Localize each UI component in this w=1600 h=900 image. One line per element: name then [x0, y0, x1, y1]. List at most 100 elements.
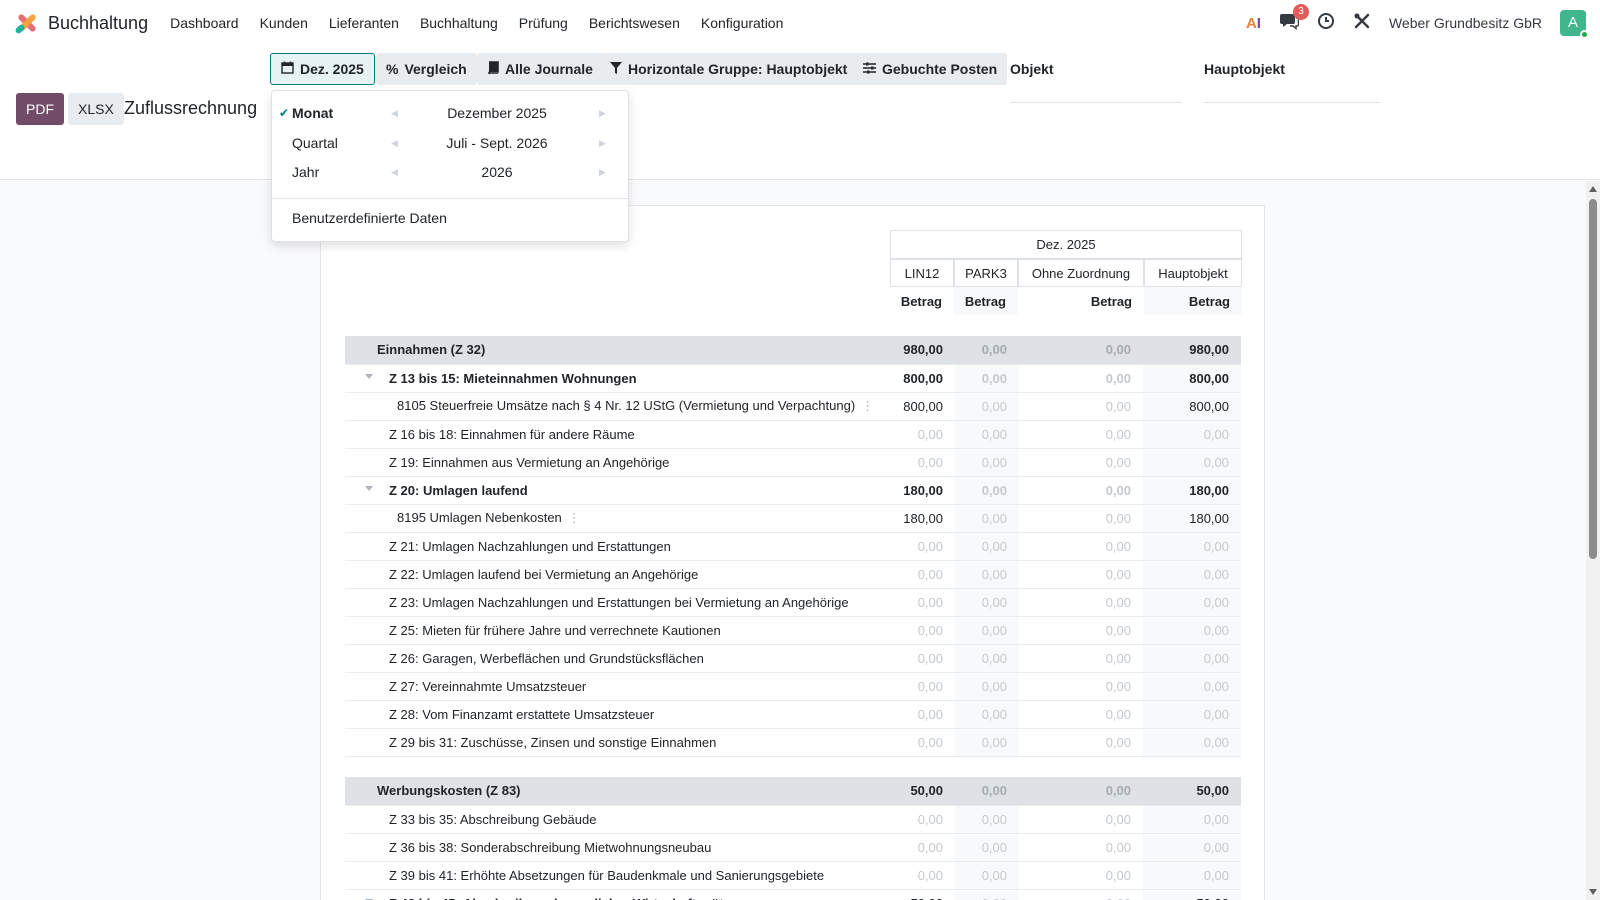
amount-cell[interactable]: 0,00	[1143, 728, 1241, 757]
row-label[interactable]: Z 33 bis 35: Abschreibung Gebäude	[345, 805, 891, 834]
amount-cell[interactable]: 0,00	[1019, 616, 1143, 645]
table-row[interactable]: Z 29 bis 31: Zuschüsse, Zinsen und sonst…	[345, 728, 1241, 757]
amount-cell[interactable]: 180,00	[1143, 504, 1241, 533]
section-row[interactable]: Einnahmen (Z 32) 980,00 0,00 0,00 980,00	[345, 336, 1241, 365]
amount-cell[interactable]: 0,00	[955, 392, 1019, 421]
account-row[interactable]: 8195 Umlagen Nebenkosten ⋮ 180,00 0,00 0,00 1…	[345, 504, 1241, 533]
row-label[interactable]: Z 20: Umlagen laufend	[345, 476, 891, 505]
amount-cell[interactable]: 980,00	[891, 336, 955, 365]
menu-lieferanten[interactable]: Lieferanten	[329, 15, 399, 31]
amount-cell[interactable]: 800,00	[1143, 364, 1241, 393]
dd-label-quarter[interactable]: Quartal	[292, 135, 338, 151]
amount-cell[interactable]: 0,00	[891, 420, 955, 449]
amount-cell[interactable]: 0,00	[891, 833, 955, 862]
amount-cell[interactable]: 0,00	[1019, 833, 1143, 862]
table-row[interactable]: Z 23: Umlagen Nachzahlungen und Erstattu…	[345, 588, 1241, 617]
object-field-input[interactable]	[1010, 102, 1182, 103]
amount-cell[interactable]: 0,00	[1143, 560, 1241, 589]
dd-row-month[interactable]: ✔ Monat ◀ Dezember 2025 ▶	[272, 99, 630, 127]
amount-cell[interactable]: 0,00	[891, 588, 955, 617]
table-row[interactable]: Z 26: Garagen, Werbeflächen und Grundstü…	[345, 644, 1241, 673]
table-row[interactable]: Z 13 bis 15: Mieteinnahmen Wohnungen 800,…	[345, 364, 1241, 393]
menu-buchhaltung[interactable]: Buchhaltung	[420, 15, 498, 31]
dd-row-year[interactable]: Jahr ◀ 2026 ▶	[272, 158, 630, 186]
amount-cell[interactable]: 0,00	[1019, 560, 1143, 589]
amount-cell[interactable]: 0,00	[1019, 805, 1143, 834]
amount-cell[interactable]: 0,00	[955, 833, 1019, 862]
table-row[interactable]: Z 27: Vereinnahmte Umsatzsteuer 0,00 0,00 0…	[345, 672, 1241, 701]
xlsx-button[interactable]: XLSX	[68, 93, 124, 125]
table-row[interactable]: Z 19: Einnahmen aus Vermietung an Angehö…	[345, 448, 1241, 477]
messages-icon[interactable]: 3	[1279, 3, 1309, 35]
account-row[interactable]: 8105 Steuerfreie Umsätze nach § 4 Nr. 12…	[345, 392, 1241, 421]
table-row[interactable]: Z 22: Umlagen laufend bei Vermietung an …	[345, 560, 1241, 589]
activity-clock-icon[interactable]	[1317, 12, 1335, 35]
amount-cell[interactable]: 0,00	[1143, 616, 1241, 645]
menu-kunden[interactable]: Kunden	[260, 15, 308, 31]
caret-down-icon[interactable]	[365, 485, 373, 491]
column-header-ohne-zuordnung[interactable]: Ohne Zuordnung	[1018, 259, 1144, 287]
amount-cell[interactable]: 800,00	[891, 392, 955, 421]
journals-button[interactable]: Alle Journale	[477, 53, 603, 85]
amount-cell[interactable]: 0,00	[955, 861, 1019, 890]
amount-cell[interactable]: 0,00	[955, 777, 1019, 806]
next-arrow-icon[interactable]: ▶	[599, 108, 606, 119]
amount-cell[interactable]: 0,00	[1019, 336, 1143, 365]
amount-cell[interactable]: 0,00	[891, 861, 955, 890]
menu-berichtswesen[interactable]: Berichtswesen	[589, 15, 680, 31]
dd-row-quarter[interactable]: Quartal ◀ Juli - Sept. 2026 ▶	[272, 129, 630, 157]
app-logo-icon[interactable]	[14, 11, 38, 35]
row-label[interactable]: 8105 Steuerfreie Umsätze nach § 4 Nr. 12…	[345, 392, 891, 421]
row-label[interactable]: Z 28: Vom Finanzamt erstattete Umsatzste…	[345, 700, 891, 729]
amount-cell[interactable]: 180,00	[1143, 476, 1241, 505]
amount-cell[interactable]: 0,00	[955, 476, 1019, 505]
amount-cell[interactable]: 0,00	[955, 504, 1019, 533]
amount-cell[interactable]: 0,00	[955, 889, 1019, 900]
scroll-up-arrow-icon[interactable]	[1589, 186, 1597, 192]
amount-cell[interactable]: 0,00	[1143, 833, 1241, 862]
column-header-hauptobjekt[interactable]: Hauptobjekt	[1144, 259, 1242, 287]
row-options-icon[interactable]: ⋮	[568, 510, 581, 525]
amount-cell[interactable]: 0,00	[955, 616, 1019, 645]
amount-cell[interactable]: 0,00	[1019, 777, 1143, 806]
table-row[interactable]: Z 20: Umlagen laufend 180,00 0,00 0,00 180,0…	[345, 476, 1241, 505]
amount-cell[interactable]: 50,00	[891, 889, 955, 900]
amount-cell[interactable]: 0,00	[891, 448, 955, 477]
main-object-field-input[interactable]	[1204, 102, 1380, 103]
column-header-lin12[interactable]: LIN12	[890, 259, 954, 287]
row-label[interactable]: Z 27: Vereinnahmte Umsatzsteuer	[345, 672, 891, 701]
table-row[interactable]: Z 28: Vom Finanzamt erstattete Umsatzste…	[345, 700, 1241, 729]
amount-cell[interactable]: 50,00	[1143, 777, 1241, 806]
row-label[interactable]: Z 36 bis 38: Sonderabschreibung Mietwohn…	[345, 833, 891, 862]
table-row[interactable]: Z 16 bis 18: Einnahmen für andere Räume 0…	[345, 420, 1241, 449]
amount-cell[interactable]: 0,00	[891, 805, 955, 834]
amount-cell[interactable]: 800,00	[891, 364, 955, 393]
section-row[interactable]: Werbungskosten (Z 83) 50,00 0,00 0,00 50,00	[345, 777, 1241, 806]
comparison-button[interactable]: % Vergleich	[376, 53, 477, 85]
amount-cell[interactable]: 0,00	[1019, 861, 1143, 890]
amount-cell[interactable]: 0,00	[1143, 805, 1241, 834]
column-header-park3[interactable]: PARK3	[954, 259, 1018, 287]
amount-cell[interactable]: 0,00	[955, 672, 1019, 701]
row-label[interactable]: Werbungskosten (Z 83)	[345, 777, 891, 806]
amount-cell[interactable]: 0,00	[1143, 532, 1241, 561]
amount-cell[interactable]: 50,00	[891, 777, 955, 806]
amount-cell[interactable]: 0,00	[1019, 728, 1143, 757]
menu-konfiguration[interactable]: Konfiguration	[701, 15, 784, 31]
row-label[interactable]: Z 23: Umlagen Nachzahlungen und Erstattu…	[345, 588, 891, 617]
table-row[interactable]: Z 36 bis 38: Sonderabschreibung Mietwohn…	[345, 833, 1241, 862]
table-row[interactable]: Z 33 bis 35: Abschreibung Gebäude 0,00 0,0…	[345, 805, 1241, 834]
row-label[interactable]: Z 16 bis 18: Einnahmen für andere Räume	[345, 420, 891, 449]
amount-cell[interactable]: 0,00	[955, 532, 1019, 561]
amount-cell[interactable]: 0,00	[1143, 672, 1241, 701]
ai-assistant-icon[interactable]: AI	[1246, 15, 1261, 32]
amount-cell[interactable]: 0,00	[955, 448, 1019, 477]
table-row[interactable]: Z 21: Umlagen Nachzahlungen und Erstattu…	[345, 532, 1241, 561]
amount-cell[interactable]: 0,00	[891, 532, 955, 561]
amount-cell[interactable]: 0,00	[1019, 504, 1143, 533]
dd-label-year[interactable]: Jahr	[292, 164, 319, 180]
row-options-icon[interactable]: ⋮	[861, 398, 874, 413]
amount-cell[interactable]: 0,00	[955, 336, 1019, 365]
next-arrow-icon[interactable]: ▶	[599, 138, 606, 149]
scroll-thumb[interactable]	[1589, 199, 1597, 559]
